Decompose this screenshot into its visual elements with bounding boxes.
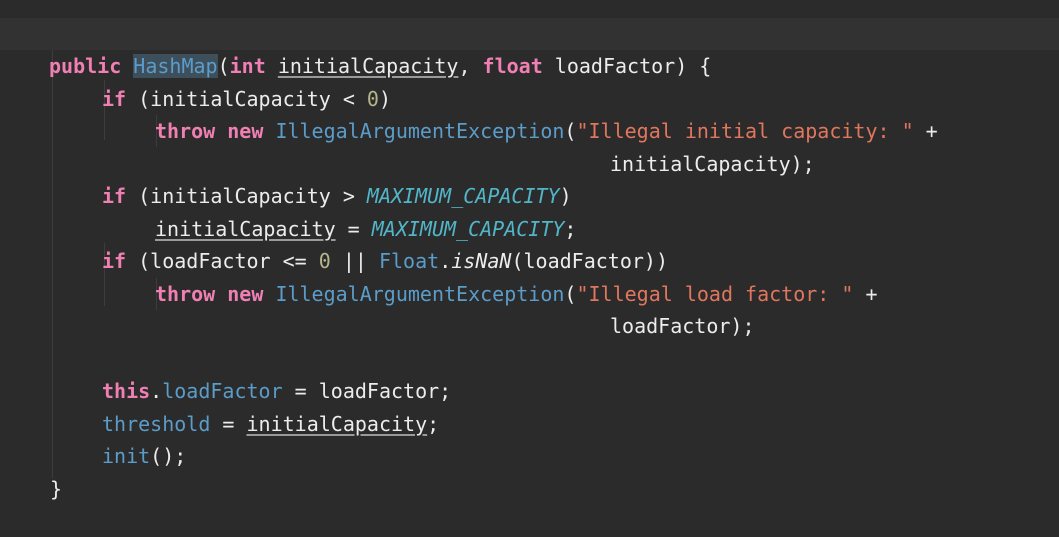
code-line[interactable]: if (initialCapacity > MAXIMUM_CAPACITY) — [0, 148, 1059, 208]
code-line[interactable]: loadFactor); — [0, 278, 1059, 338]
code-line[interactable]: throw new IllegalArgumentException("Ille… — [0, 246, 1059, 306]
code-line[interactable]: initialCapacity = MAXIMUM_CAPACITY; — [0, 181, 1059, 241]
code-line[interactable]: */ — [0, 0, 1059, 46]
code-line[interactable]: if (initialCapacity < 0) — [0, 51, 1059, 111]
code-line[interactable]: throw new IllegalArgumentException("Ille… — [0, 83, 1059, 143]
code-line[interactable]: init(); — [0, 408, 1059, 468]
closing-brace: } — [50, 477, 63, 501]
code-line[interactable]: threshold = initialCapacity; — [0, 376, 1059, 436]
code-editor[interactable]: */ public HashMap(int initialCapacity, f… — [0, 0, 1059, 505]
code-line[interactable]: if (loadFactor <= 0 || Float.isNaN(loadF… — [0, 213, 1059, 273]
code-line[interactable]: } — [0, 441, 1059, 501]
code-line[interactable]: initialCapacity); — [0, 116, 1059, 176]
code-line[interactable]: this.loadFactor = loadFactor; — [0, 343, 1059, 403]
code-text: loadFactor); — [610, 314, 755, 338]
code-line-current[interactable]: public HashMap(int initialCapacity, floa… — [0, 18, 1059, 78]
